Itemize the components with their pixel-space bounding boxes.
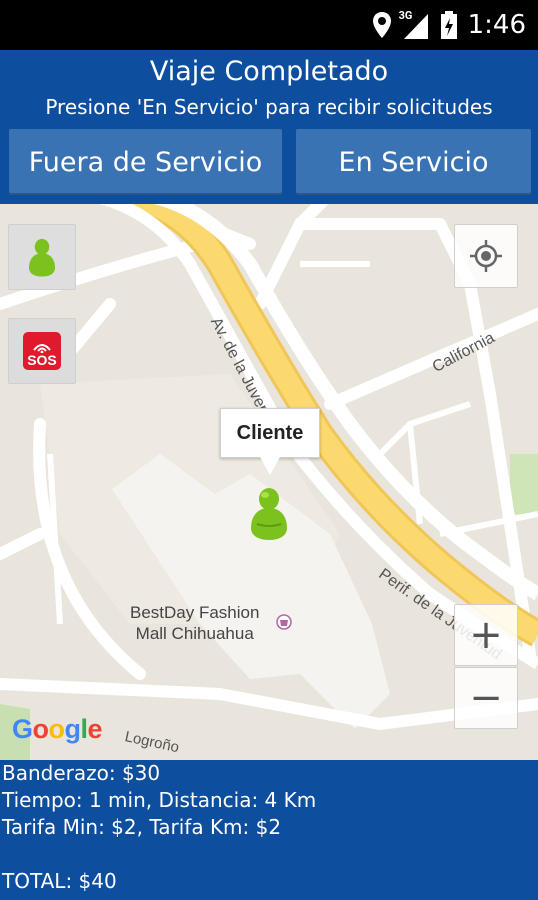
network-type: 3G <box>398 9 413 22</box>
trip-header: Viaje Completado Presione 'En Servicio' … <box>0 50 538 204</box>
poi-label-mall: BestDay Fashion Mall Chihuahua <box>130 602 259 644</box>
google-letter: e <box>87 714 103 744</box>
off-service-button[interactable]: Fuera de Servicio <box>9 129 282 195</box>
client-marker-icon[interactable] <box>249 484 289 542</box>
poi-label-mall-line2: Mall Chihuahua <box>135 624 254 643</box>
total-text: TOTAL: $40 <box>2 869 117 893</box>
google-letter: G <box>12 714 33 744</box>
signal-icon: 3G <box>398 9 430 40</box>
sos-button[interactable]: SOS <box>8 318 76 384</box>
google-letter: l <box>80 714 89 744</box>
google-logo: Google <box>12 714 103 745</box>
zoom-out-button[interactable]: − <box>454 667 518 729</box>
my-location-button[interactable] <box>454 224 518 288</box>
location-icon <box>372 12 391 38</box>
page-subtitle: Presione 'En Servicio' para recibir soli… <box>45 95 493 119</box>
time-distance-text: Tiempo: 1 min, Distancia: 4 Km <box>2 788 317 812</box>
minus-icon: − <box>469 675 503 721</box>
plus-icon: + <box>469 612 503 658</box>
rates-text: Tarifa Min: $2, Tarifa Km: $2 <box>2 815 282 839</box>
google-letter: o <box>32 714 50 744</box>
status-bar: 3G 1:46 <box>0 0 538 50</box>
zoom-in-button[interactable]: + <box>454 604 518 666</box>
clock: 1:46 <box>467 10 526 40</box>
banderazo-text: Banderazo: $30 <box>2 761 161 785</box>
google-letter: o <box>48 714 66 744</box>
trip-summary: Banderazo: $30 Tiempo: 1 min, Distancia:… <box>0 760 538 900</box>
google-letter: g <box>64 714 82 744</box>
page-title: Viaje Completado <box>149 56 389 87</box>
show-client-button[interactable] <box>8 224 76 290</box>
on-service-button[interactable]: En Servicio <box>296 129 531 195</box>
person-marker-icon <box>28 238 56 277</box>
battery-icon <box>440 11 457 39</box>
crosshair-icon <box>470 240 502 272</box>
map-view[interactable]: Av. de la Juven California Perif. de la … <box>0 204 538 760</box>
sos-icon: SOS <box>23 332 61 370</box>
poi-label-mall-line1: BestDay Fashion <box>130 603 260 622</box>
client-tooltip-tail <box>260 457 280 475</box>
sos-label: SOS <box>27 352 57 368</box>
client-tooltip[interactable]: Cliente <box>220 408 320 458</box>
